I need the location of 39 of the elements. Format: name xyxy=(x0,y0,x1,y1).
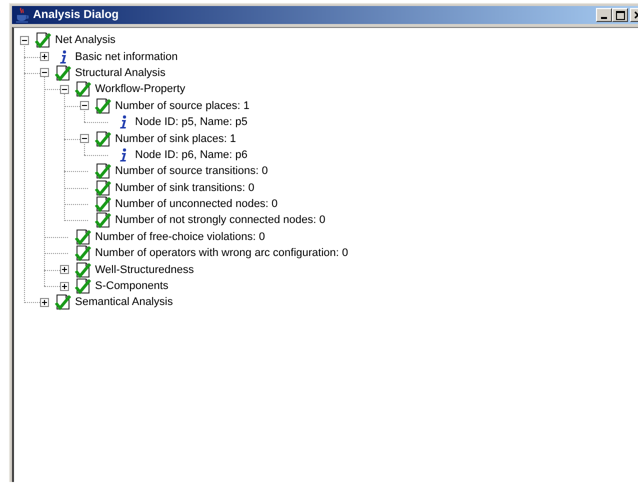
expand-icon[interactable] xyxy=(40,298,48,307)
tree-item[interactable]: Node ID: p5, Name: p5 xyxy=(133,116,248,128)
collapse-icon[interactable] xyxy=(20,36,28,45)
tree-item[interactable]: Number of sink places: 1 xyxy=(113,132,236,145)
tree-item[interactable]: Number of unconnected nodes: 0 xyxy=(113,198,278,210)
maximize-button[interactable] xyxy=(612,8,628,22)
tree-item[interactable]: Semantical Analysis xyxy=(73,296,173,308)
window-title: Analysis Dialog xyxy=(33,9,120,21)
tree-item[interactable]: Number of not strongly connected nodes: 0 xyxy=(113,214,326,226)
collapse-icon[interactable] xyxy=(60,84,68,94)
checked-document-icon xyxy=(34,32,52,48)
tree-item[interactable]: Number of operators with wrong arc configuration: 0 xyxy=(93,247,348,260)
checked-document-icon xyxy=(94,130,112,147)
tree-item[interactable]: Well-Structuredness xyxy=(93,264,194,276)
collapse-icon[interactable] xyxy=(40,68,48,78)
tree-item[interactable]: Number of sink transitions: 0 xyxy=(113,182,254,194)
collapse-icon[interactable] xyxy=(80,101,88,110)
minimize-button[interactable] xyxy=(596,8,612,22)
tree-item[interactable]: Number of source transitions: 0 xyxy=(113,165,268,178)
tree-item[interactable]: Node ID: p6, Name: p6 xyxy=(133,148,248,161)
tree-item[interactable]: Structural Analysis xyxy=(73,66,166,79)
expand-icon[interactable] xyxy=(40,52,48,62)
tree-item[interactable]: Basic net information xyxy=(73,50,178,63)
maximize-icon xyxy=(616,10,624,20)
tree-item[interactable]: Net Analysis xyxy=(53,34,116,46)
coffee-cup-icon xyxy=(15,7,29,23)
tree-item[interactable]: Number of free-choice violations: 0 xyxy=(93,230,265,243)
checked-document-icon xyxy=(54,294,72,310)
info-icon xyxy=(118,148,128,162)
collapse-icon[interactable] xyxy=(80,134,88,144)
info-icon xyxy=(58,50,68,64)
checked-document-icon xyxy=(74,81,92,98)
tree-item[interactable]: S-Components xyxy=(93,280,168,292)
expand-icon[interactable] xyxy=(60,282,68,291)
expand-icon[interactable] xyxy=(60,265,68,274)
info-icon xyxy=(118,115,128,130)
tree-item[interactable]: Number of source places: 1 xyxy=(113,100,250,112)
checked-document-icon xyxy=(94,98,112,114)
tree-item[interactable]: Workflow-Property xyxy=(93,83,186,96)
